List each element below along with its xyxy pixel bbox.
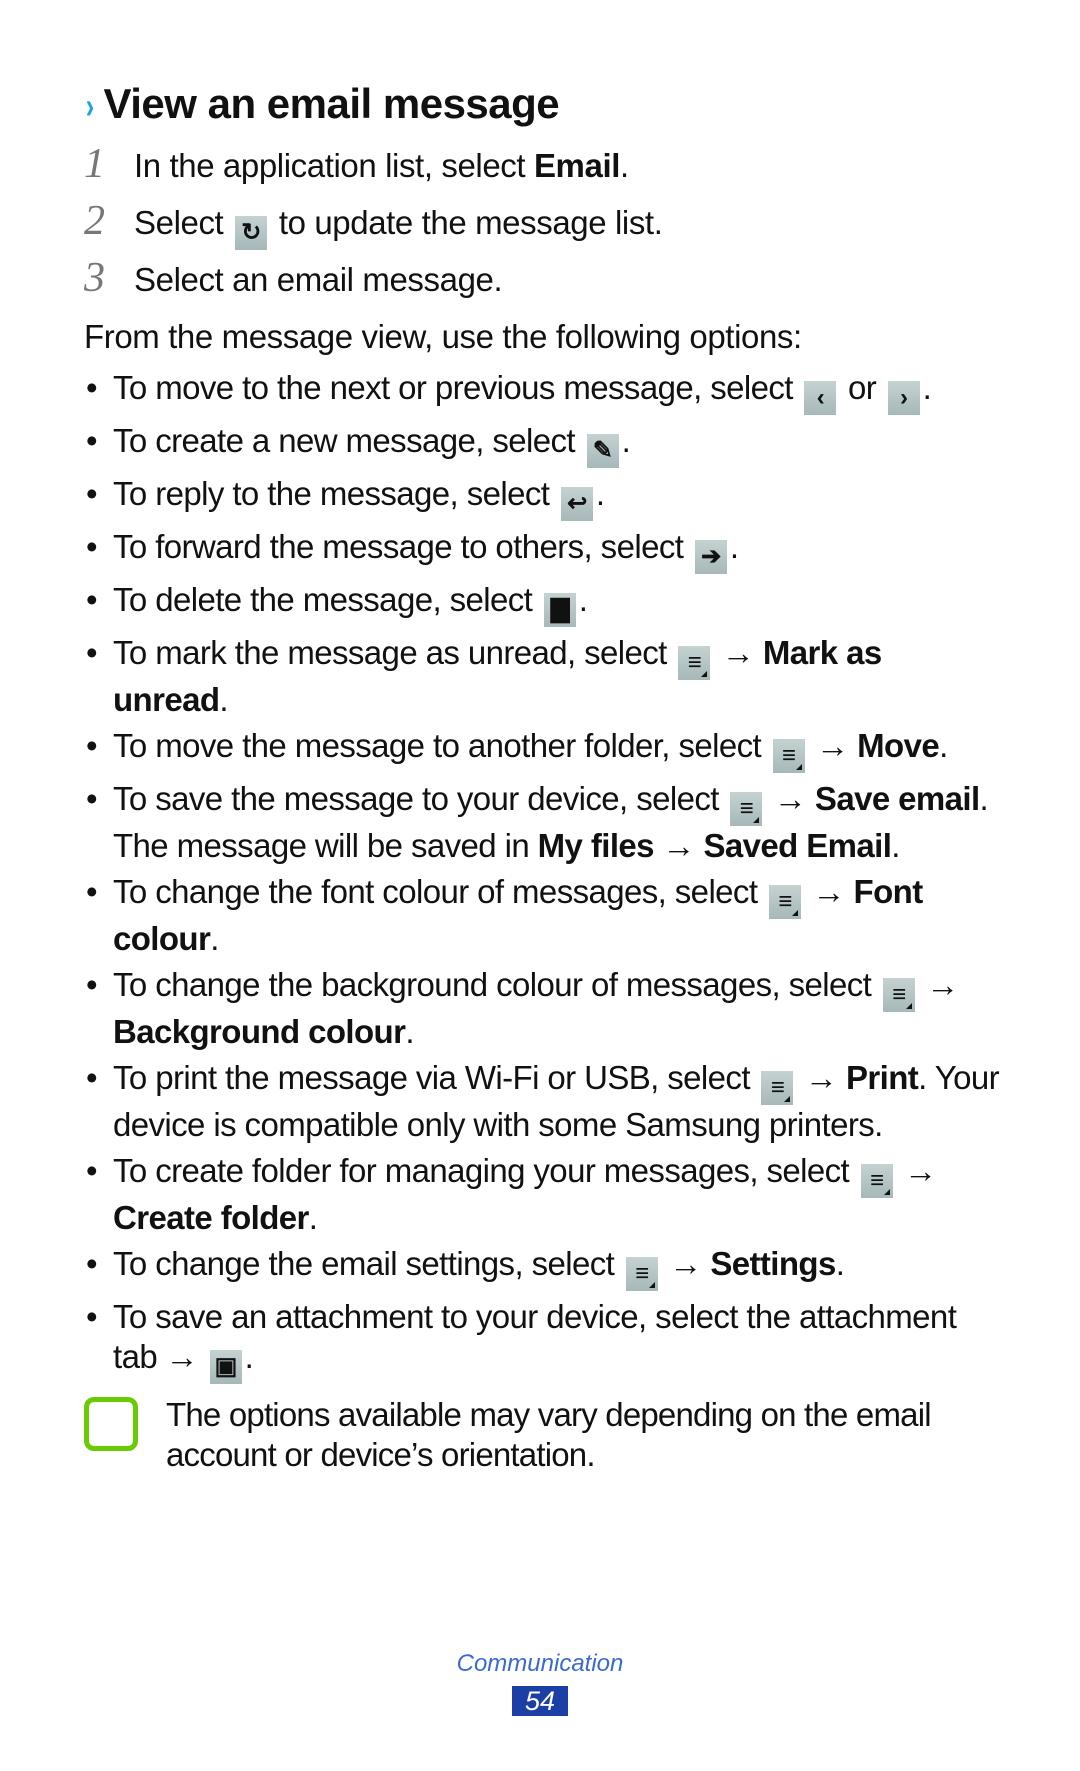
item-bold: Settings: [710, 1245, 836, 1282]
intro-text: From the message view, use the following…: [84, 318, 802, 355]
page-number: 54: [512, 1686, 568, 1716]
list-item: To save an attachment to your device, se…: [84, 1297, 1004, 1384]
menu-icon: ≡: [730, 792, 763, 826]
chevron-icon: ›: [85, 85, 94, 126]
item-text: .: [729, 528, 739, 565]
footer-section-label: Communication: [456, 1650, 624, 1677]
item-bold: Create folder: [113, 1199, 309, 1236]
item-text: .: [922, 369, 932, 406]
item-text: .: [891, 827, 900, 864]
options-list: To move to the next or previous message,…: [84, 368, 1004, 1390]
item-text: .: [578, 581, 588, 618]
menu-icon: ≡: [625, 1257, 658, 1291]
list-item: To change the email settings, select ≡ →…: [84, 1244, 1004, 1291]
item-text: To delete the message, select: [113, 581, 541, 618]
menu-icon: ≡: [678, 646, 711, 680]
list-item: To print the message via Wi-Fi or USB, s…: [84, 1058, 1004, 1145]
step-text: Select an email message.: [134, 261, 503, 298]
step-bold: Email: [533, 147, 620, 184]
step-number: 1: [84, 141, 105, 187]
arrow: →: [660, 1245, 711, 1282]
item-text: To forward the message to others, select: [113, 528, 692, 565]
item-text: or: [839, 369, 885, 406]
list-item: To mark the message as unread, select ≡ …: [84, 633, 1004, 720]
arrow: →: [803, 873, 854, 910]
compose-icon: ✎: [586, 434, 619, 468]
item-text: .: [939, 727, 948, 764]
list-item: To create folder for managing your messa…: [84, 1151, 1004, 1238]
step-text: In the application list, select: [134, 147, 534, 184]
list-item: To move to the next or previous message,…: [84, 368, 1004, 415]
trash-icon: ▇: [543, 593, 576, 627]
menu-icon: ≡: [860, 1164, 893, 1198]
forward-icon: ➔: [694, 540, 727, 574]
title-text: View an email message: [103, 80, 560, 127]
item-text: To change the font colour of messages, s…: [113, 873, 766, 910]
arrow: →: [807, 727, 858, 764]
note-pencil-icon: [84, 1397, 138, 1451]
list-item: To reply to the message, select ↩.: [84, 474, 1004, 521]
arrow: →: [796, 1059, 846, 1096]
arrow: →: [895, 1152, 937, 1189]
list-item: To forward the message to others, select…: [84, 527, 1004, 574]
note-box: The options available may vary depending…: [84, 1395, 1004, 1475]
step-3: 3 Select an email message.: [84, 254, 503, 302]
item-text: To change the email settings, select: [113, 1245, 623, 1282]
item-bold: Saved Email: [703, 827, 892, 864]
list-item: To create a new message, select ✎.: [84, 421, 1004, 468]
arrow: →: [713, 634, 763, 671]
step-text: to update the message list.: [270, 204, 663, 241]
item-text: To change the background colour of messa…: [113, 966, 880, 1003]
item-text: To save the message to your device, sele…: [113, 780, 728, 817]
item-text: .: [835, 1245, 845, 1282]
item-bold: Save email: [814, 780, 980, 817]
step-number: 2: [84, 198, 105, 244]
menu-icon: ≡: [761, 1071, 794, 1105]
chevron-right-icon: ›: [887, 381, 920, 415]
item-bold: Background colour: [113, 1013, 406, 1050]
list-item: To move the message to another folder, s…: [84, 726, 1004, 773]
item-text: To reply to the message, select: [113, 475, 558, 512]
item-text: .: [210, 920, 219, 957]
chevron-left-icon: ‹: [804, 381, 837, 415]
arrow: →: [157, 1338, 207, 1375]
item-text: .: [308, 1199, 318, 1236]
item-text: To move to the next or previous message,…: [113, 369, 802, 406]
step-number: 3: [84, 255, 105, 301]
reply-icon: ↩: [560, 487, 593, 521]
list-item: To save the message to your device, sele…: [84, 779, 1004, 866]
item-text: .: [219, 681, 228, 718]
list-item: To change the font colour of messages, s…: [84, 872, 1004, 959]
item-text: To move the message to another folder, s…: [113, 727, 770, 764]
step-1: 1 In the application list, select Email.: [84, 140, 629, 188]
item-text: To create folder for managing your messa…: [113, 1152, 858, 1189]
list-item: To change the background colour of messa…: [84, 965, 1004, 1052]
item-text: .: [621, 422, 631, 459]
item-text: .: [244, 1338, 254, 1375]
step-2: 2 Select ↻ to update the message list.: [84, 197, 663, 250]
note-text: The options available may vary depending…: [166, 1396, 932, 1473]
save-icon: ▣: [209, 1350, 242, 1384]
menu-icon: ≡: [768, 885, 801, 919]
step-punct: .: [619, 147, 629, 184]
list-item: To delete the message, select ▇.: [84, 580, 1004, 627]
refresh-icon: ↻: [235, 216, 268, 250]
arrow: →: [917, 966, 959, 1003]
menu-icon: ≡: [772, 739, 805, 773]
item-bold: Print: [846, 1059, 919, 1096]
arrow: →: [653, 827, 704, 864]
step-text: Select: [134, 204, 233, 241]
item-bold: Move: [857, 727, 940, 764]
item-bold: My files: [537, 827, 655, 864]
menu-icon: ≡: [882, 978, 915, 1012]
item-text: To create a new message, select: [113, 422, 584, 459]
item-text: To print the message via Wi-Fi or USB, s…: [113, 1059, 759, 1096]
section-title: › View an email message: [84, 80, 560, 128]
item-text: .: [405, 1013, 414, 1050]
item-text: To mark the message as unread, select: [113, 634, 676, 671]
item-text: .: [595, 475, 605, 512]
arrow: →: [765, 780, 815, 817]
